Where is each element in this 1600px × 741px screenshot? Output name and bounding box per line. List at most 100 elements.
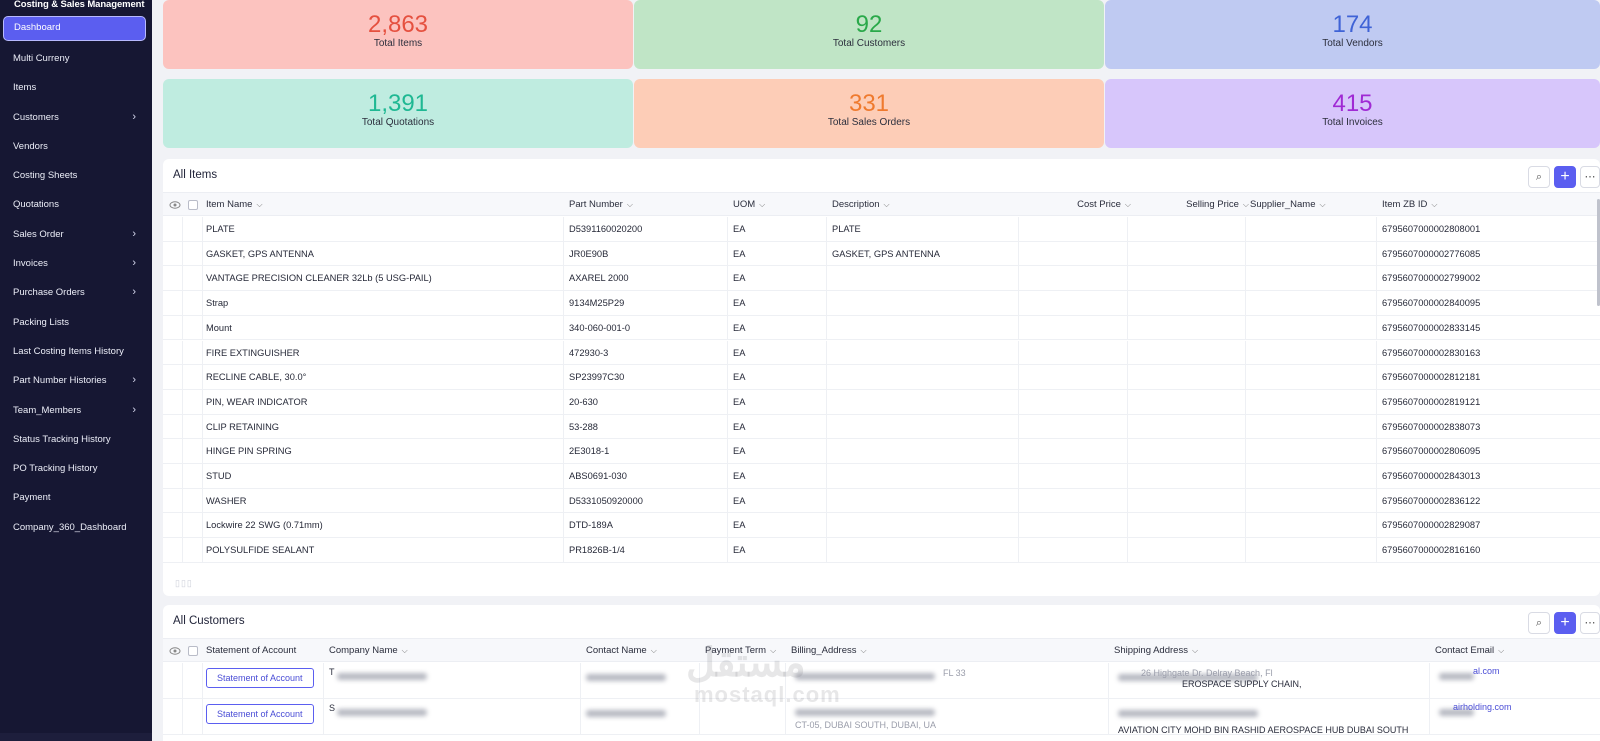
table-row[interactable]: GASKET, GPS ANTENNA JR0E90B EA GASKET, GPS … — [163, 241, 1600, 267]
sidebar-item-team-members[interactable]: Team_Members › — [0, 396, 152, 425]
table-row[interactable]: PIN, WEAR INDICATOR 20-630 EA 6795607000002… — [163, 389, 1600, 415]
table-row[interactable]: WASHER D5331050920000 EA 679560700000283612… — [163, 488, 1600, 514]
cell-divider — [202, 513, 203, 538]
table-cell: 6795607000002799002 — [1382, 273, 1481, 284]
statement-of-account-button[interactable]: Statement of Account — [206, 668, 314, 688]
company-name: T — [329, 667, 335, 677]
sidebar-item-label: Payment — [13, 492, 51, 504]
plus-icon: + — [1560, 614, 1570, 631]
table-cell: 6795607000002833145 — [1382, 322, 1481, 333]
sidebar-item-payment[interactable]: Payment — [0, 483, 152, 512]
column-header-label: Company Name — [329, 645, 398, 656]
add-item-button[interactable]: + — [1554, 166, 1576, 188]
sidebar-item-sales-order[interactable]: Sales Order › — [0, 220, 152, 249]
table-row[interactable]: Statement of Account T FL 33 26 Highgate Dr… — [163, 663, 1600, 699]
contact-email[interactable]: al.com — [1473, 666, 1500, 676]
cell-divider — [1245, 241, 1246, 266]
table-row[interactable]: HINGE PIN SPRING 2E3018-1 EA 67956070000028… — [163, 439, 1600, 464]
sidebar-item-last-costing-items-history[interactable]: Last Costing Items History — [0, 337, 152, 366]
column-header-supplier-name[interactable]: Supplier_Name ⌵ — [1250, 193, 1326, 217]
sidebar-item-packing-lists[interactable]: Packing Lists — [0, 308, 152, 337]
table-row[interactable]: POLYSULFIDE SEALANT PR1826B-1/4 EA 67956070… — [163, 538, 1600, 563]
column-header-statement-of-account[interactable]: Statement of Account — [206, 639, 296, 663]
shipping-address: AVIATION CITY MOHD BIN RASHID AEROSPACE … — [1118, 725, 1409, 735]
column-header-part-number[interactable]: Part Number ⌵ — [569, 193, 633, 217]
sidebar-item-items[interactable]: Items — [0, 73, 152, 102]
stat-label: Total Items — [373, 38, 423, 49]
table-cell: EA — [733, 273, 746, 284]
table-row[interactable]: VANTAGE PRECISION CLEANER 32Lb (5 USG-PA… — [163, 266, 1600, 292]
column-header-company-name[interactable]: Company Name ⌵ — [329, 639, 408, 663]
table-cell: FIRE EXTINGUISHER — [206, 347, 300, 358]
column-header-shipping-address[interactable]: Shipping Address ⌵ — [1114, 639, 1198, 663]
sidebar-item-multi-curreny[interactable]: Multi Curreny — [0, 44, 152, 73]
sidebar-item-vendors[interactable]: Vendors — [0, 132, 152, 161]
cell-divider — [563, 464, 564, 488]
sidebar-item-part-number-histories[interactable]: Part Number Histories › — [0, 366, 152, 395]
stat-card-total-customers[interactable]: 92 Total Customers — [634, 0, 1104, 69]
cell-divider — [563, 241, 564, 266]
customers-more-button[interactable]: ⋯ — [1580, 612, 1600, 634]
sidebar-item-costing-sheets[interactable]: Costing Sheets — [0, 161, 152, 190]
table-row[interactable]: PLATE D5391160020200 EA PLATE 67956070000028… — [163, 217, 1600, 242]
column-header-billing-address[interactable]: Billing_Address ⌵ — [791, 639, 867, 663]
cell-divider — [202, 663, 203, 698]
table-row[interactable]: CLIP RETAINING 53-288 EA 679560700000283807… — [163, 414, 1600, 440]
stat-card-total-sales-orders[interactable]: 331 Total Sales Orders — [634, 79, 1104, 148]
column-header-selling-price[interactable]: Selling Price ⌵ — [1179, 193, 1249, 217]
customers-toolbar: ⌕ + ⋯ — [1528, 612, 1600, 634]
search-button[interactable]: ⌕ — [1528, 166, 1550, 188]
sidebar-item-customers[interactable]: Customers › — [0, 103, 152, 132]
sidebar-item-status-tracking-history[interactable]: Status Tracking History — [0, 425, 152, 454]
table-cell: PR1826B-1/4 — [569, 545, 625, 556]
cell-divider — [1376, 315, 1377, 340]
cell-divider — [202, 241, 203, 266]
column-header-label: Payment Term — [705, 645, 767, 656]
select-all-customers-checkbox[interactable] — [188, 646, 198, 656]
stat-card-total-quotations[interactable]: 1,391 Total Quotations — [163, 79, 633, 148]
cell-divider — [202, 217, 203, 241]
column-header-contact-email[interactable]: Contact Email ⌵ — [1435, 639, 1504, 663]
cell-divider — [727, 414, 728, 439]
cell-divider — [727, 365, 728, 389]
column-header-item-zb-id[interactable]: Item ZB ID ⌵ — [1382, 193, 1437, 217]
statement-of-account-button[interactable]: Statement of Account — [206, 704, 314, 724]
table-row[interactable]: Mount 340-060-001-0 EA 6795607000002833145 — [163, 315, 1600, 341]
contact-email[interactable]: airholding.com — [1453, 702, 1512, 712]
chevron-right-icon: › — [132, 257, 136, 270]
table-row[interactable]: Strap 9134M25P29 EA 6795607000002840095 — [163, 291, 1600, 316]
sidebar-item-label: Last Costing Items History — [13, 345, 124, 357]
table-row[interactable]: Statement of Account S CT-05, DUBAI SOUTH,… — [163, 699, 1600, 735]
sidebar-item-po-tracking-history[interactable]: PO Tracking History — [0, 454, 152, 483]
customers-search-button[interactable]: ⌕ — [1528, 612, 1550, 634]
column-header-cost-price[interactable]: Cost Price ⌵ — [1061, 193, 1131, 217]
table-row[interactable]: RECLINE CABLE, 30.0° SP23997C30 EA 67956070… — [163, 365, 1600, 390]
sidebar-item-quotations[interactable]: Quotations — [0, 190, 152, 219]
pagination[interactable]: ▯▯▯ — [175, 578, 193, 589]
table-row[interactable]: Lockwire 22 SWG (0.71mm) DTD-189A EA 679560… — [163, 513, 1600, 539]
eye-icon[interactable] — [169, 199, 181, 211]
eye-icon[interactable] — [169, 645, 181, 657]
sidebar-item-dashboard[interactable]: Dashboard — [3, 16, 146, 41]
sidebar-item-company-360-dashboard[interactable]: Company_360_Dashboard — [0, 513, 152, 542]
stat-card-total-invoices[interactable]: 415 Total Invoices — [1105, 79, 1600, 148]
column-header-label: Statement of Account — [206, 645, 297, 656]
add-customer-button[interactable]: + — [1554, 612, 1576, 634]
table-cell: D5331050920000 — [569, 495, 643, 506]
table-row[interactable]: FIRE EXTINGUISHER 472930-3 EA 6795607000002… — [163, 340, 1600, 366]
column-header-label: Item Name — [206, 199, 253, 210]
sidebar-item-invoices[interactable]: Invoices › — [0, 249, 152, 278]
items-toolbar: ⌕ + ⋯ — [1528, 166, 1600, 188]
column-header-contact-name[interactable]: Contact Name ⌵ — [586, 639, 657, 663]
column-header-payment-term[interactable]: Payment Term ⌵ — [705, 639, 776, 663]
sidebar-item-purchase-orders[interactable]: Purchase Orders › — [0, 278, 152, 307]
table-row[interactable]: STUD ABS0691-030 EA 6795607000002843013 — [163, 464, 1600, 489]
stat-card-total-vendors[interactable]: 174 Total Vendors — [1105, 0, 1600, 69]
select-all-checkbox[interactable] — [188, 200, 198, 210]
stat-card-total-items[interactable]: 2,863 Total Items — [163, 0, 633, 69]
column-header-item-name[interactable]: Item Name ⌵ — [206, 193, 263, 217]
more-options-button[interactable]: ⋯ — [1580, 166, 1600, 188]
cell-divider — [1018, 464, 1019, 488]
column-header-uom[interactable]: UOM ⌵ — [733, 193, 765, 217]
column-header-description[interactable]: Description ⌵ — [832, 193, 890, 217]
